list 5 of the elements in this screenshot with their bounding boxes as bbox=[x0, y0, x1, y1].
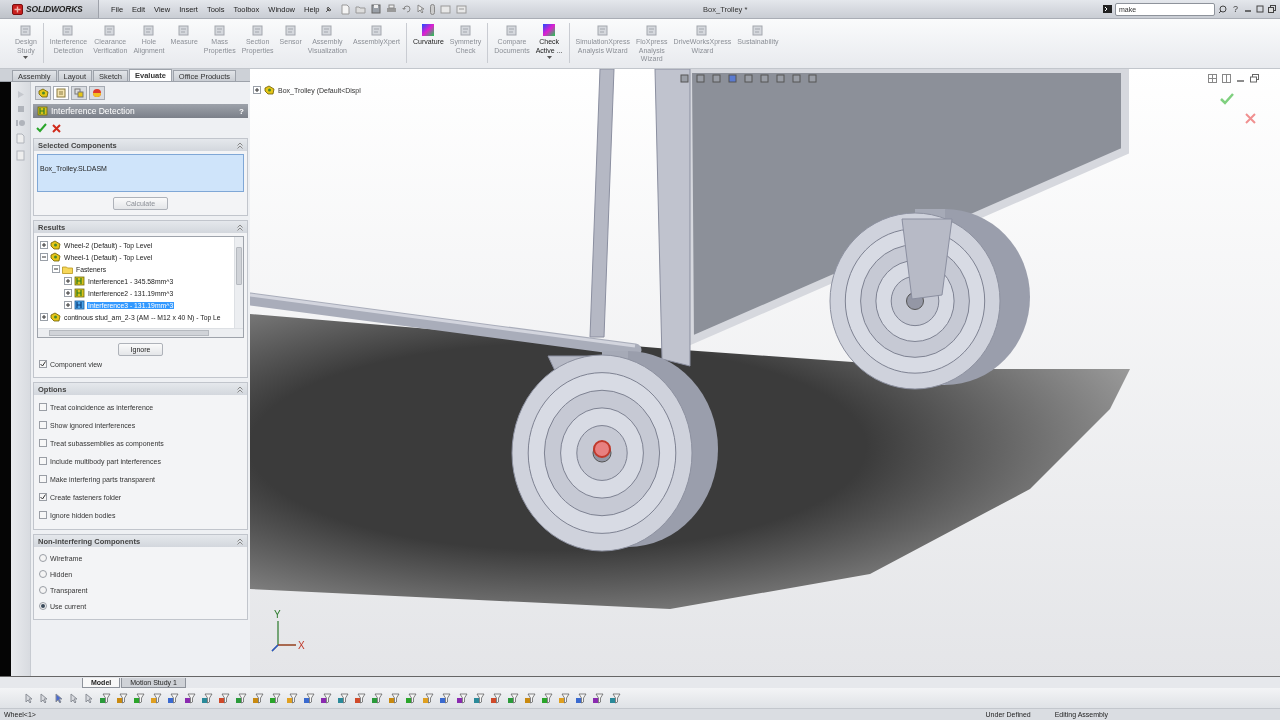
axis-label: X bbox=[298, 640, 305, 651]
panel-title: Interference Detection bbox=[51, 106, 136, 116]
app-logo-text: SOLIDWORKS bbox=[26, 4, 83, 14]
help-button[interactable]: ? bbox=[1233, 4, 1238, 14]
axis-label: Y bbox=[274, 609, 281, 620]
